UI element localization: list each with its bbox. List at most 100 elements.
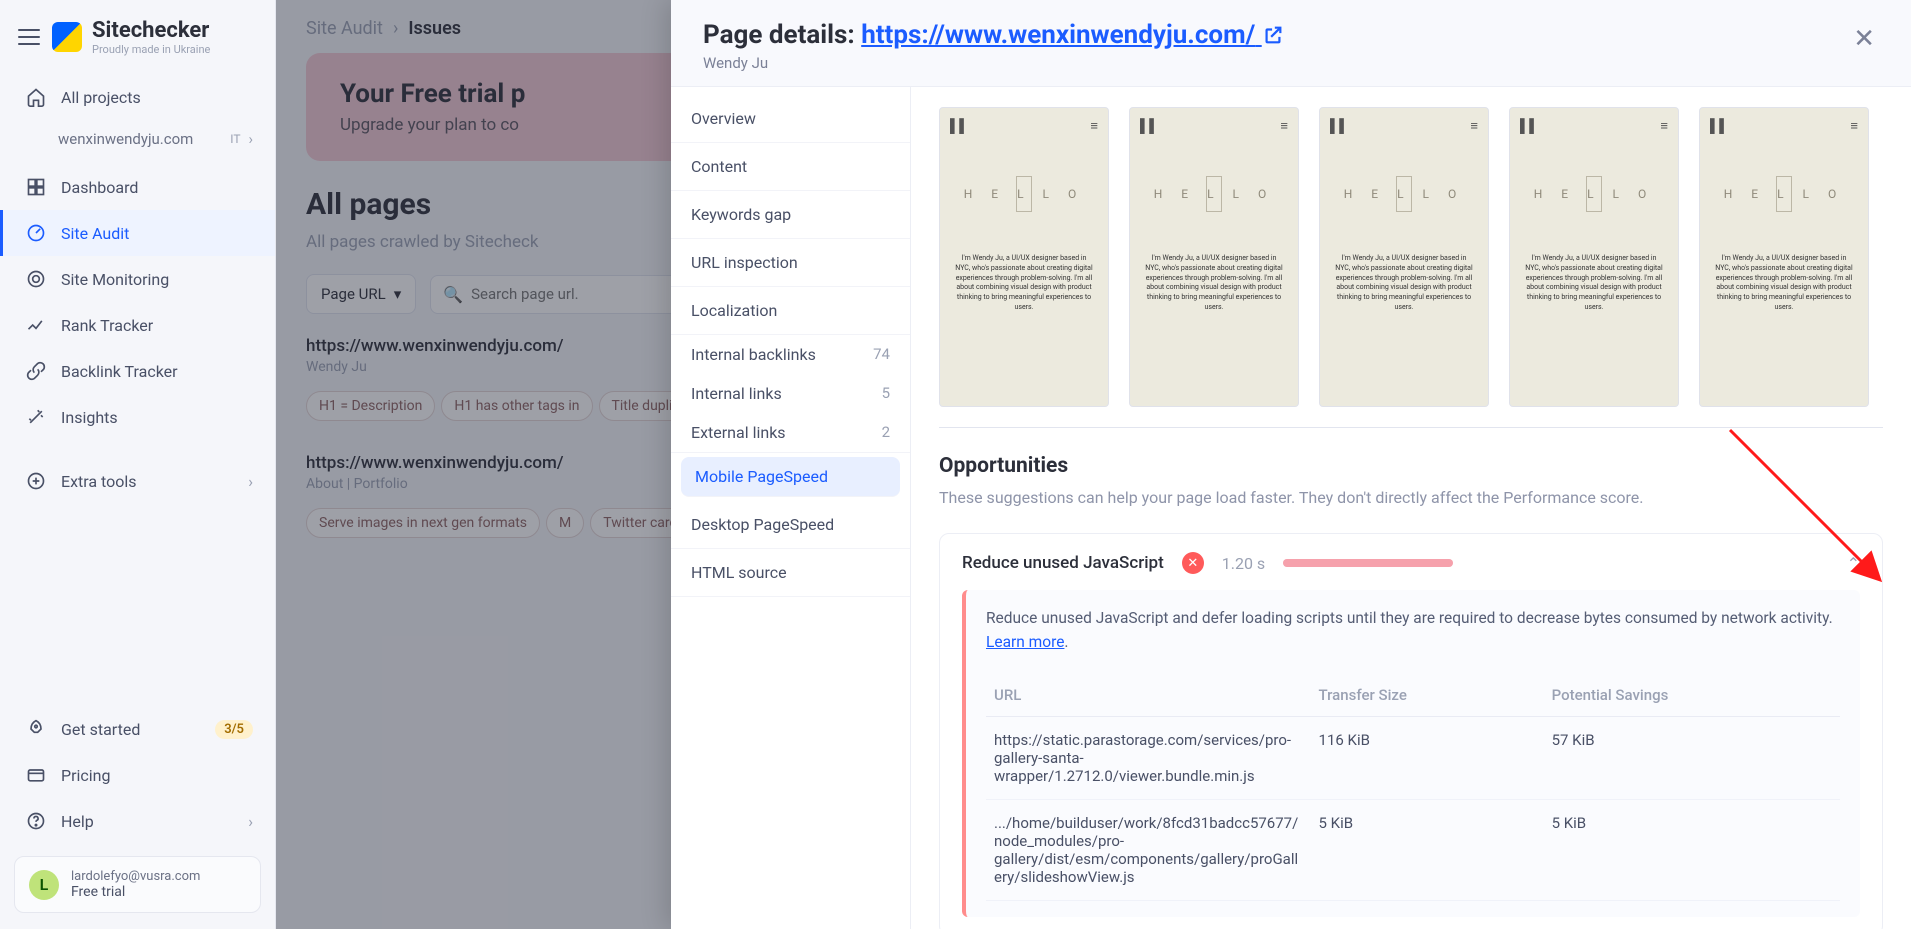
filmstrip-frame: ▌▌≡H E L L OI'm Wendy Ju, a UI/UX design… xyxy=(1319,107,1489,407)
label: Insights xyxy=(61,408,118,427)
sidebar-project-name: wenxinwendyju.com xyxy=(58,130,193,148)
close-button[interactable]: ✕ xyxy=(1849,20,1879,58)
pnav-internal-links[interactable]: Internal links 5 xyxy=(671,374,910,413)
home-icon xyxy=(25,86,47,108)
gauge-icon xyxy=(25,222,47,244)
dashboard-icon xyxy=(25,176,47,198)
panel-url-link[interactable]: https://www.wenxinwendyju.com/ xyxy=(861,20,1284,50)
label: Internal links xyxy=(691,384,782,403)
label: HTML source xyxy=(691,563,787,582)
sidebar-help[interactable]: Help › xyxy=(0,798,275,844)
sidebar-all-projects[interactable]: All projects xyxy=(0,74,275,120)
link-icon xyxy=(25,360,47,382)
th-url: URL xyxy=(986,674,1311,717)
label: Extra tools xyxy=(61,472,137,491)
label: Site Monitoring xyxy=(61,270,169,289)
sidebar-all-projects-label: All projects xyxy=(61,88,141,107)
pnav-localization[interactable]: Localization xyxy=(671,287,910,335)
table-row: .../home/builduser/work/8fcd31badcc57677… xyxy=(986,800,1840,901)
label: Backlink Tracker xyxy=(61,362,178,381)
opp-title: Reduce unused JavaScript xyxy=(962,553,1164,573)
chevron-right-icon: › xyxy=(248,130,253,148)
sidebar-item-insights[interactable]: Insights xyxy=(0,394,275,440)
chart-line-icon xyxy=(25,314,47,336)
label: Mobile PageSpeed xyxy=(695,467,828,486)
sidebar-pricing[interactable]: Pricing xyxy=(0,752,275,798)
plus-circle-icon xyxy=(25,470,47,492)
opp-desc: Reduce unused JavaScript and defer loadi… xyxy=(986,609,1833,627)
user-box[interactable]: L lardolefyo@vusra.com Free trial xyxy=(14,856,261,913)
sidebar-item-site-audit[interactable]: Site Audit xyxy=(0,210,275,256)
project-badge: IT xyxy=(230,132,240,146)
filmstrip: ▌▌≡H E L L OI'm Wendy Ju, a UI/UX design… xyxy=(939,107,1883,407)
panel-title: Page details: https://www.wenxinwendyju.… xyxy=(703,20,1284,50)
chevron-right-icon: › xyxy=(248,812,253,831)
pnav-url-inspection[interactable]: URL inspection xyxy=(671,239,910,287)
avatar: L xyxy=(29,870,59,900)
sidebar-item-site-monitoring[interactable]: Site Monitoring xyxy=(0,256,275,302)
count: 74 xyxy=(873,345,890,364)
external-link-icon xyxy=(1262,24,1284,46)
label: Get started xyxy=(61,720,140,739)
filmstrip-frame: ▌▌≡H E L L OI'm Wendy Ju, a UI/UX design… xyxy=(1699,107,1869,407)
label: External links xyxy=(691,423,786,442)
brand-tagline: Proudly made in Ukraine xyxy=(92,43,210,56)
learn-more-link[interactable]: Learn more xyxy=(986,633,1064,651)
pnav-internal-backlinks[interactable]: Internal backlinks 74 xyxy=(671,335,910,374)
panel-nav: Overview Content Keywords gap URL inspec… xyxy=(671,87,911,929)
chevron-right-icon: › xyxy=(248,472,253,491)
panel-url-text: https://www.wenxinwendyju.com/ xyxy=(861,20,1255,50)
card-icon xyxy=(25,764,47,786)
help-icon xyxy=(25,810,47,832)
panel-title-prefix: Page details: xyxy=(703,20,861,50)
user-email: lardolefyo@vusra.com xyxy=(71,869,200,884)
label: Overview xyxy=(691,109,756,128)
sidebar-item-rank-tracker[interactable]: Rank Tracker xyxy=(0,302,275,348)
brand-logo-icon xyxy=(52,22,82,52)
label: Help xyxy=(61,812,94,831)
sidebar-item-dashboard[interactable]: Dashboard xyxy=(0,164,275,210)
user-plan: Free trial xyxy=(71,884,200,900)
menu-toggle-icon[interactable] xyxy=(18,29,40,45)
pnav-desktop-pagespeed[interactable]: Desktop PageSpeed xyxy=(671,501,910,549)
label: Internal backlinks xyxy=(691,345,816,364)
pnav-html-source[interactable]: HTML source xyxy=(671,549,910,597)
target-icon xyxy=(25,268,47,290)
brand[interactable]: Sitechecker Proudly made in Ukraine xyxy=(52,18,210,56)
opp-time: 1.20 s xyxy=(1222,554,1265,573)
pnav-overview[interactable]: Overview xyxy=(671,95,910,143)
pnav-external-links[interactable]: External links2 xyxy=(671,413,910,453)
sidebar-extra-tools[interactable]: Extra tools › xyxy=(0,458,275,504)
get-started-progress: 3/5 xyxy=(215,720,253,739)
th-savings: Potential Savings xyxy=(1544,674,1840,717)
label: Desktop PageSpeed xyxy=(691,515,834,534)
pnav-content[interactable]: Content xyxy=(671,143,910,191)
rocket-icon xyxy=(25,718,47,740)
wand-icon xyxy=(25,406,47,428)
opportunities-title: Opportunities xyxy=(939,454,1883,478)
page-details-panel: Page details: https://www.wenxinwendyju.… xyxy=(671,0,1911,929)
label: Pricing xyxy=(61,766,111,785)
fail-icon: ✕ xyxy=(1182,552,1204,574)
label: Keywords gap xyxy=(691,205,791,224)
opportunity-reduce-js: Reduce unused JavaScript ✕ 1.20 s ⌃ Redu… xyxy=(939,533,1883,929)
label: Localization xyxy=(691,301,777,320)
filmstrip-frame: ▌▌≡H E L L OI'm Wendy Ju, a UI/UX design… xyxy=(1509,107,1679,407)
pnav-keywords-gap[interactable]: Keywords gap xyxy=(671,191,910,239)
th-size: Transfer Size xyxy=(1311,674,1544,717)
label: Rank Tracker xyxy=(61,316,153,335)
brand-name: Sitechecker xyxy=(92,18,210,43)
count: 5 xyxy=(882,384,890,403)
sidebar: Sitechecker Proudly made in Ukraine All … xyxy=(0,0,276,929)
sidebar-get-started[interactable]: Get started 3/5 xyxy=(0,706,275,752)
panel-subtitle: Wendy Ju xyxy=(703,54,1284,72)
filmstrip-frame: ▌▌≡H E L L OI'm Wendy Ju, a UI/UX design… xyxy=(1129,107,1299,407)
label: Site Audit xyxy=(61,224,129,243)
collapse-toggle[interactable]: ⌃ xyxy=(1847,554,1860,573)
opportunities-desc: These suggestions can help your page loa… xyxy=(939,488,1883,507)
opp-body: Reduce unused JavaScript and defer loadi… xyxy=(962,590,1860,917)
sidebar-project[interactable]: wenxinwendyju.com IT › xyxy=(0,120,275,158)
sidebar-item-backlink-tracker[interactable]: Backlink Tracker xyxy=(0,348,275,394)
table-row: https://static.parastorage.com/services/… xyxy=(986,717,1840,800)
pnav-mobile-pagespeed[interactable]: Mobile PageSpeed xyxy=(681,457,900,497)
